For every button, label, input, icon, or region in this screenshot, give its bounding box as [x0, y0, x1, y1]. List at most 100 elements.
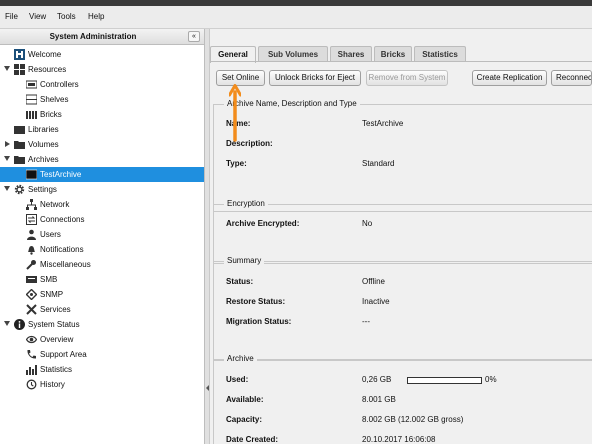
type-value: Standard — [362, 159, 395, 168]
tree-label: Miscellaneous — [40, 260, 91, 269]
tree-label: System Status — [28, 320, 80, 329]
chevron-down-icon[interactable] — [4, 66, 10, 71]
name-value: TestArchive — [362, 119, 404, 128]
archive-encrypted-label: Archive Encrypted: — [226, 219, 300, 228]
used-label: Used: — [226, 375, 249, 384]
tree-label: Settings — [28, 185, 57, 194]
tree-label: Welcome — [28, 50, 62, 59]
tree-label: History — [40, 380, 65, 389]
tools-icon — [26, 304, 37, 315]
collapse-arrow-icon[interactable] — [206, 385, 209, 391]
tree-item-connections[interactable]: Connections — [0, 212, 204, 227]
menu-tools[interactable]: Tools — [57, 12, 76, 21]
tree-item-network[interactable]: Network — [0, 197, 204, 212]
status-value: Offline — [362, 277, 385, 286]
tree-item-testarchive[interactable]: TestArchive — [0, 167, 204, 182]
tree-item-bricks[interactable]: Bricks — [0, 107, 204, 122]
tree-label: Statistics — [40, 365, 73, 374]
smb-icon — [26, 276, 37, 283]
tree-label: Connections — [40, 215, 85, 224]
unlock-bricks-button[interactable]: Unlock Bricks for Eject — [269, 70, 361, 86]
grid-icon — [14, 64, 25, 75]
group-summary: Summary Status: Offline Restore Status: … — [213, 256, 592, 361]
tree-item-miscellaneous[interactable]: Miscellaneous — [0, 257, 204, 272]
tree-item-welcome[interactable]: Welcome — [0, 47, 204, 62]
connections-icon — [26, 214, 37, 225]
tree-item-notifications[interactable]: Notifications — [0, 242, 204, 257]
collapse-sidebar-button[interactable]: « — [188, 31, 200, 42]
tree-label: Users — [40, 230, 61, 239]
tree-label: Notifications — [40, 245, 84, 254]
snmp-icon — [26, 289, 37, 300]
create-replication-button[interactable]: Create Replication — [472, 70, 547, 86]
shelf-icon — [26, 94, 37, 105]
used-value: 0,26 GB — [362, 375, 392, 384]
remove-from-system-button[interactable]: Remove from System — [366, 70, 448, 86]
capacity-label: Capacity: — [226, 415, 263, 424]
tree-item-services[interactable]: Services — [0, 302, 204, 317]
tree-item-history[interactable]: History — [0, 377, 204, 392]
tree-item-resources[interactable]: Resources — [0, 62, 204, 77]
used-percent: 0% — [485, 375, 497, 384]
tree-label: Shelves — [40, 95, 69, 104]
tab-sub-volumes[interactable]: Sub Volumes — [258, 46, 328, 62]
tree-item-shelves[interactable]: Shelves — [0, 92, 204, 107]
available-value: 8.001 GB — [362, 395, 396, 404]
library-icon — [14, 126, 25, 134]
tab-bar: General Sub Volumes Shares Bricks Statis… — [210, 46, 592, 63]
tree-item-snmp[interactable]: SNMP — [0, 287, 204, 302]
tree-item-statistics[interactable]: Statistics — [0, 362, 204, 377]
type-label: Type: — [226, 159, 247, 168]
chevron-down-icon[interactable] — [4, 186, 10, 191]
tree-label: Controllers — [40, 80, 79, 89]
restore-status-value: Inactive — [362, 297, 390, 306]
group-title: Archive Name, Description and Type — [224, 99, 360, 108]
main-panel: General Sub Volumes Shares Bricks Statis… — [210, 29, 592, 444]
menu-file[interactable]: File — [5, 12, 18, 21]
tree-label: TestArchive — [40, 170, 82, 179]
group-archive: Archive Used: 0,26 GB 0% Available: 8.00… — [213, 354, 592, 444]
tree-label: Services — [40, 305, 71, 314]
sidebar-header: System Administration « — [0, 29, 204, 45]
bricks-icon — [26, 111, 37, 119]
menu-bar: File View Tools Help — [0, 6, 592, 29]
folder-icon — [14, 156, 25, 164]
tree-label: Network — [40, 200, 70, 209]
reconnect-button[interactable]: Reconnect — [551, 70, 592, 86]
info-icon — [14, 319, 25, 330]
tree-item-libraries[interactable]: Libraries — [0, 122, 204, 137]
tree-label: Libraries — [28, 125, 59, 134]
tab-statistics[interactable]: Statistics — [414, 46, 466, 62]
tree-item-support-area[interactable]: Support Area — [0, 347, 204, 362]
chart-icon — [26, 365, 37, 375]
tree-item-smb[interactable]: SMB — [0, 272, 204, 287]
tree-item-archives[interactable]: Archives — [0, 152, 204, 167]
annotation-arrow-icon — [229, 84, 241, 142]
chevron-down-icon[interactable] — [4, 156, 10, 161]
tree-item-system-status[interactable]: System Status — [0, 317, 204, 332]
menu-help[interactable]: Help — [88, 12, 104, 21]
tree-item-settings[interactable]: Settings — [0, 182, 204, 197]
chevron-right-icon[interactable] — [5, 141, 10, 147]
menu-view[interactable]: View — [29, 12, 46, 21]
tree-label: Support Area — [40, 350, 87, 359]
tree-label: Overview — [40, 335, 74, 344]
tree-label: SMB — [40, 275, 58, 284]
tab-shares[interactable]: Shares — [330, 46, 372, 62]
tree-item-users[interactable]: Users — [0, 227, 204, 242]
tree-item-overview[interactable]: Overview — [0, 332, 204, 347]
group-name-description-type: Archive Name, Description and Type Name:… — [213, 99, 592, 212]
tree-label: Resources — [28, 65, 67, 74]
history-icon — [26, 379, 37, 390]
network-icon — [26, 199, 37, 210]
tree-item-volumes[interactable]: Volumes — [0, 137, 204, 152]
group-encryption: Encryption Archive Encrypted: No — [213, 199, 592, 264]
tree-item-controllers[interactable]: Controllers — [0, 77, 204, 92]
tab-bricks[interactable]: Bricks — [374, 46, 412, 62]
restore-status-label: Restore Status: — [226, 297, 286, 306]
user-icon — [27, 229, 36, 240]
available-label: Available: — [226, 395, 264, 404]
archive-icon — [26, 169, 37, 180]
eye-icon — [26, 335, 37, 344]
chevron-down-icon[interactable] — [4, 321, 10, 326]
